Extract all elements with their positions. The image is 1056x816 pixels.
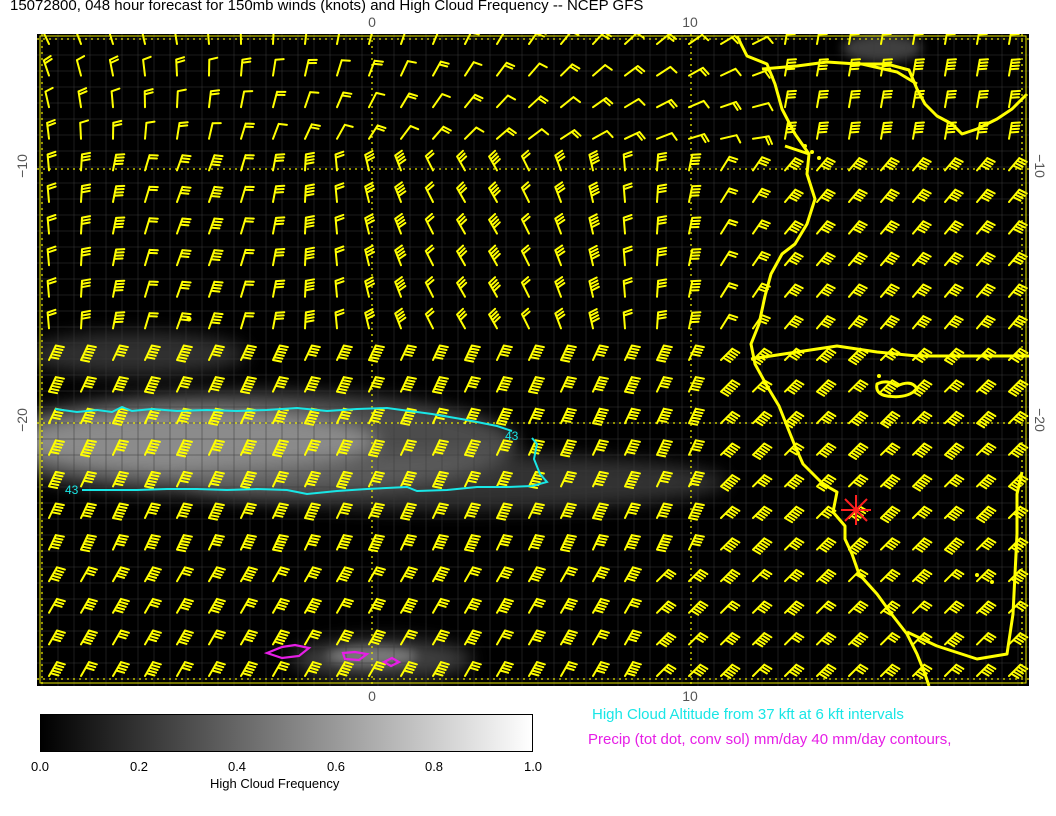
lat-tick-right-minus20: −20: [1031, 408, 1048, 432]
lat-tick-right-minus10: −10: [1031, 154, 1048, 178]
colorbar-tick-5: 1.0: [523, 759, 543, 774]
colorbar-tick-1: 0.2: [129, 759, 149, 774]
colorbar-tick-2: 0.4: [227, 759, 247, 774]
colorbar-tick-0: 0.0: [30, 759, 50, 774]
colorbar-gradient: [40, 714, 533, 752]
red-star-marker: [841, 495, 871, 525]
lon-tick-top-10: 10: [682, 14, 698, 30]
colorbar-tick-4: 0.8: [424, 759, 444, 774]
contour-label-43-b: 43: [65, 483, 79, 497]
lat-tick-left-minus10: −10: [13, 154, 30, 178]
contour-label-43-a: 43: [505, 429, 519, 443]
wind-cloud-map: 43 43: [37, 34, 1029, 686]
colorbar-tick-3: 0.6: [326, 759, 346, 774]
legend-precip: Precip (tot dot, conv sol) mm/day 40 mm/…: [588, 731, 952, 748]
map-title: 15072800, 048 hour forecast for 150mb wi…: [10, 0, 644, 14]
lon-tick-top-0: 0: [368, 14, 376, 30]
lon-tick-bottom-10: 10: [682, 688, 698, 704]
legend-cloud-altitude: High Cloud Altitude from 37 kft at 6 kft…: [592, 706, 904, 723]
colorbar-title: High Cloud Frequency: [210, 776, 340, 791]
lon-tick-bottom-0: 0: [368, 688, 376, 704]
colorbar: [40, 714, 533, 752]
lat-tick-left-minus20: −20: [13, 408, 30, 432]
